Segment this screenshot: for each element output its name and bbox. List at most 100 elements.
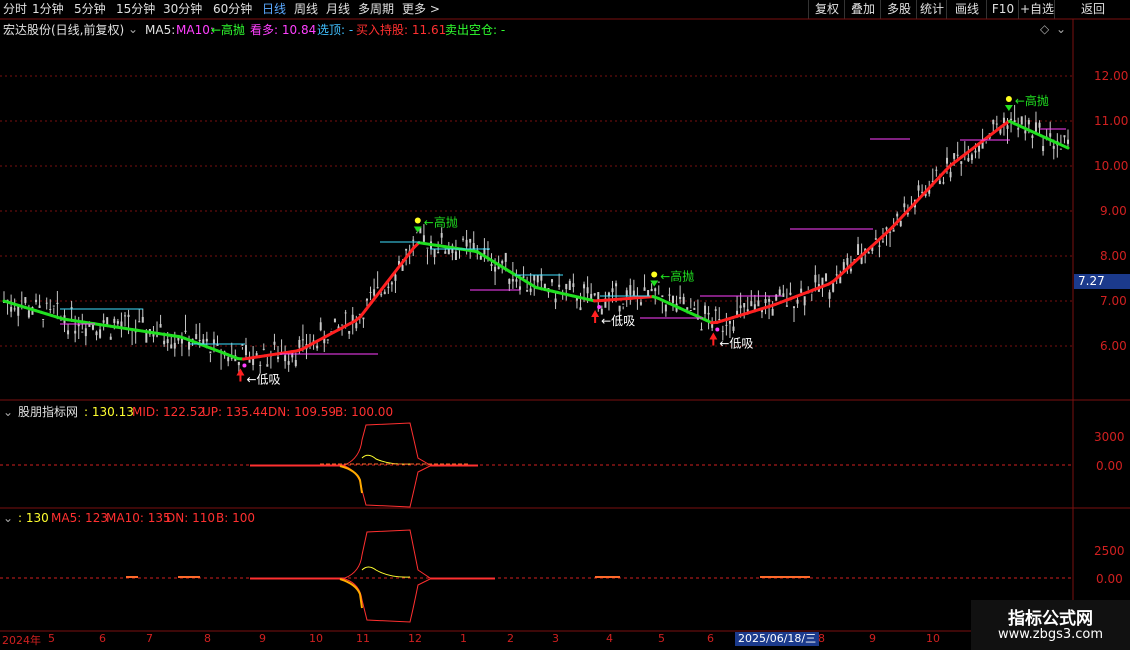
candle [796,297,799,308]
signal-markers: ←低吸 ←高抛 ←低吸 ←高抛 ←低吸 ←高抛 [236,93,1049,387]
candle-body [156,335,159,337]
date-tick: 1 [460,632,467,645]
up-arrow-icon [709,332,718,340]
candle-body [465,239,468,247]
sell-short-label: 卖出空仓: - [445,23,506,37]
candle-body [1052,146,1055,149]
ma10-label: MA10: [176,23,214,37]
candle-body [896,213,899,217]
candle-body [917,185,920,191]
candle-body [814,274,817,283]
candle-body [1031,135,1034,138]
candle-body [832,283,835,292]
candle [1063,135,1066,144]
candle-body [874,238,877,240]
candle [917,180,920,198]
candle-body [365,298,368,301]
candle-body [629,285,632,295]
candle [376,271,379,289]
candle [63,309,66,333]
candle-body [27,310,30,318]
candle-body [383,291,386,295]
candle-body [935,169,938,171]
signal-dot [597,305,602,309]
candle-body [825,273,828,282]
candle-body [188,341,191,350]
date-tick: 6 [99,632,106,645]
candle-body [56,302,59,305]
candle [899,220,902,228]
candle-body [522,276,525,278]
candle-body [750,301,753,307]
candle-body [757,300,760,307]
price-tick: 8.00 [1100,249,1127,263]
candle-body [348,330,351,334]
diamond-icon[interactable]: ◇ [1040,22,1049,36]
candle-body [1020,116,1023,125]
candle-body [949,171,952,178]
candle [244,337,247,359]
candle [1017,117,1020,138]
candle-body [885,227,888,230]
candle [195,323,198,340]
candle-body [380,294,383,296]
date-tick: 9 [259,632,266,645]
candle-body [899,220,902,227]
buy-label: ←低吸 [719,337,753,351]
candle-body [287,361,290,365]
candle-body [394,274,397,281]
candle-body [593,293,596,296]
chevron-down-icon[interactable]: ⌄ [1056,22,1066,36]
candle [17,306,20,327]
date-tick: 8 [204,632,211,645]
candle [10,294,13,318]
chevron-down-icon[interactable]: ⌄ [3,511,13,525]
stock-title: 宏达股份(日线,前复权) [3,23,125,37]
candle-body [942,182,945,184]
candle [960,161,963,176]
chevron-down-icon[interactable]: ⌄ [128,22,138,36]
candle-body [967,158,970,162]
indicator1-mid: MID: 122.52 [132,405,205,419]
candle [1034,111,1037,135]
ma-trend-line [2,119,1070,361]
candle-body [785,305,788,307]
candle-body [341,324,344,326]
candle-body [433,249,436,258]
chevron-down-icon[interactable]: ⌄ [3,405,13,419]
candle-body [141,316,144,323]
candle [515,269,518,288]
candle-body [227,357,230,362]
candle [682,293,685,305]
candle-body [401,265,404,271]
indicator1-tick: 3000 [1094,430,1125,444]
candle-body [700,329,703,331]
candle-body [277,356,280,360]
candle [1031,134,1034,149]
candle-body [116,321,119,324]
date-tick: 10 [309,632,323,645]
candle-body [38,305,41,308]
price-gridlines [0,75,1073,347]
signal-dot [651,271,658,278]
up-arrow-icon [236,368,245,376]
candle-body [682,296,685,305]
candle-body [316,345,319,349]
watermark: 指标公式网 www.zbgs3.com [971,600,1130,650]
candle-body [49,309,52,311]
candle [472,231,475,252]
candle-body [953,153,956,159]
candle [732,319,735,334]
candle-body [796,299,799,304]
indicator2-b: B: 100 [216,511,255,525]
level-lines [60,128,1066,355]
watermark-title: 指标公式网 [1008,609,1093,629]
candle-body [1024,130,1027,134]
date-tick: 3 [552,632,559,645]
candle [95,330,98,341]
indicator2-ma10: MA10: 135 [106,511,171,525]
candle-body [728,320,731,324]
candle [24,297,27,306]
candle-body [237,361,240,366]
candle [138,309,141,323]
